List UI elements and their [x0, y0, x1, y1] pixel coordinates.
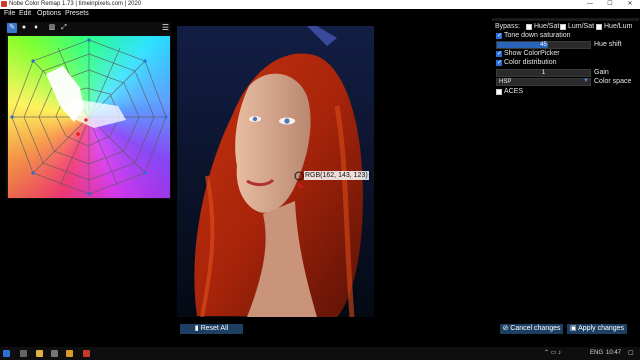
show-colorpicker-checkbox[interactable]: ✓: [496, 51, 502, 57]
chevron-down-icon: ▼: [583, 78, 589, 84]
notification-icon[interactable]: ▢: [628, 347, 634, 360]
window-controls: — ☐ ✕: [580, 0, 640, 9]
reset-all-label: Reset All: [200, 325, 229, 332]
color-wheel-panel: ✎ ● ♦ ▥ ⤢ ☰: [6, 22, 171, 199]
color-space-label: Color space: [594, 78, 632, 85]
apply-changes-label: Apply changes: [578, 325, 625, 332]
wheel-toolbar: ✎ ● ♦ ▥ ⤢ ☰: [6, 22, 171, 35]
maximize-button[interactable]: ☐: [600, 0, 620, 9]
language-indicator[interactable]: ENG: [590, 347, 603, 360]
expand-icon[interactable]: ⤢: [59, 23, 69, 33]
aces-label: ACES: [504, 88, 524, 95]
tray-icons[interactable]: ⌃ ▭ ♪: [544, 347, 561, 360]
nobe-taskbar-icon[interactable]: [83, 350, 90, 357]
start-icon[interactable]: [3, 350, 10, 357]
color-distribution-checkbox[interactable]: ✓: [496, 60, 502, 66]
menu-presets[interactable]: Presets: [65, 9, 89, 18]
reset-all-button[interactable]: ▮ Reset All: [180, 324, 243, 334]
menu-file[interactable]: File: [4, 9, 15, 18]
search-icon[interactable]: [20, 350, 27, 357]
clock[interactable]: 10:47: [606, 347, 621, 360]
window-title: Nobe Color Remap 1.73 | timeinpixels.com…: [9, 1, 142, 7]
color-space-select[interactable]: HSP ▼: [496, 78, 591, 86]
save-icon: ▣: [569, 325, 579, 332]
bypass-lum-sat-label: Lum/Sat: [568, 23, 595, 30]
menu-options[interactable]: Options: [37, 9, 61, 18]
apply-changes-button[interactable]: ▣ Apply changes: [567, 324, 627, 334]
minimize-button[interactable]: —: [580, 0, 600, 9]
bars-icon[interactable]: ▥: [47, 23, 57, 33]
bypass-hue-sat-checkbox[interactable]: [526, 24, 532, 30]
bypass-hue-lum-checkbox[interactable]: [596, 24, 602, 30]
controls-panel: Bypass: Hue/Sat Lum/Sat Hue/Lum ✓ Tone d…: [492, 18, 639, 98]
show-colorpicker-label: Show ColorPicker: [504, 50, 560, 57]
color-distribution-label: Color distribution: [504, 59, 557, 66]
app-icon: [1, 1, 7, 7]
cancel-changes-label: Cancel changes: [510, 325, 561, 332]
app-icon-3[interactable]: [66, 350, 73, 357]
color-space-value: HSP: [499, 79, 512, 85]
close-button[interactable]: ✕: [620, 0, 640, 9]
gain-value: 1: [541, 70, 546, 76]
bypass-label: Bypass:: [495, 23, 520, 30]
picker-rgb-label: RGB(162, 143, 123): [304, 171, 369, 180]
dot-icon[interactable]: ●: [19, 23, 29, 33]
bypass-hue-sat-label: Hue/Sat: [534, 23, 560, 30]
pen-icon[interactable]: ✎: [7, 23, 17, 33]
hue-shift-value: 45: [540, 42, 547, 48]
tone-down-saturation-checkbox[interactable]: ✓: [496, 33, 502, 39]
remap-mesh: [10, 38, 168, 196]
title-bar: Nobe Color Remap 1.73 | timeinpixels.com…: [0, 0, 640, 9]
hue-shift-label: Hue shift: [594, 41, 622, 48]
tone-down-saturation-label: Tone down saturation: [504, 32, 571, 39]
cancel-changes-button[interactable]: ⊘ Cancel changes: [500, 324, 563, 334]
hue-shift-slider[interactable]: 45: [496, 41, 591, 49]
bypass-hue-lum-label: Hue/Lum: [604, 23, 633, 30]
gain-label: Gain: [594, 69, 609, 76]
menu-edit[interactable]: Edit: [19, 9, 31, 18]
color-wheel-canvas[interactable]: [8, 36, 170, 198]
gain-slider[interactable]: 1: [496, 69, 591, 77]
app-icon-2[interactable]: [51, 350, 58, 357]
explorer-icon[interactable]: [36, 350, 43, 357]
aces-checkbox[interactable]: [496, 89, 502, 95]
drop-icon[interactable]: ♦: [31, 23, 41, 33]
bypass-lum-sat-checkbox[interactable]: [560, 24, 566, 30]
panel-header-strip: [492, 18, 639, 21]
menu-bar: File Edit Options Presets: [0, 9, 640, 18]
panel-menu-icon[interactable]: ☰: [162, 23, 169, 33]
taskbar: ⌃ ▭ ♪ ENG 10:47 ▢: [0, 347, 640, 360]
